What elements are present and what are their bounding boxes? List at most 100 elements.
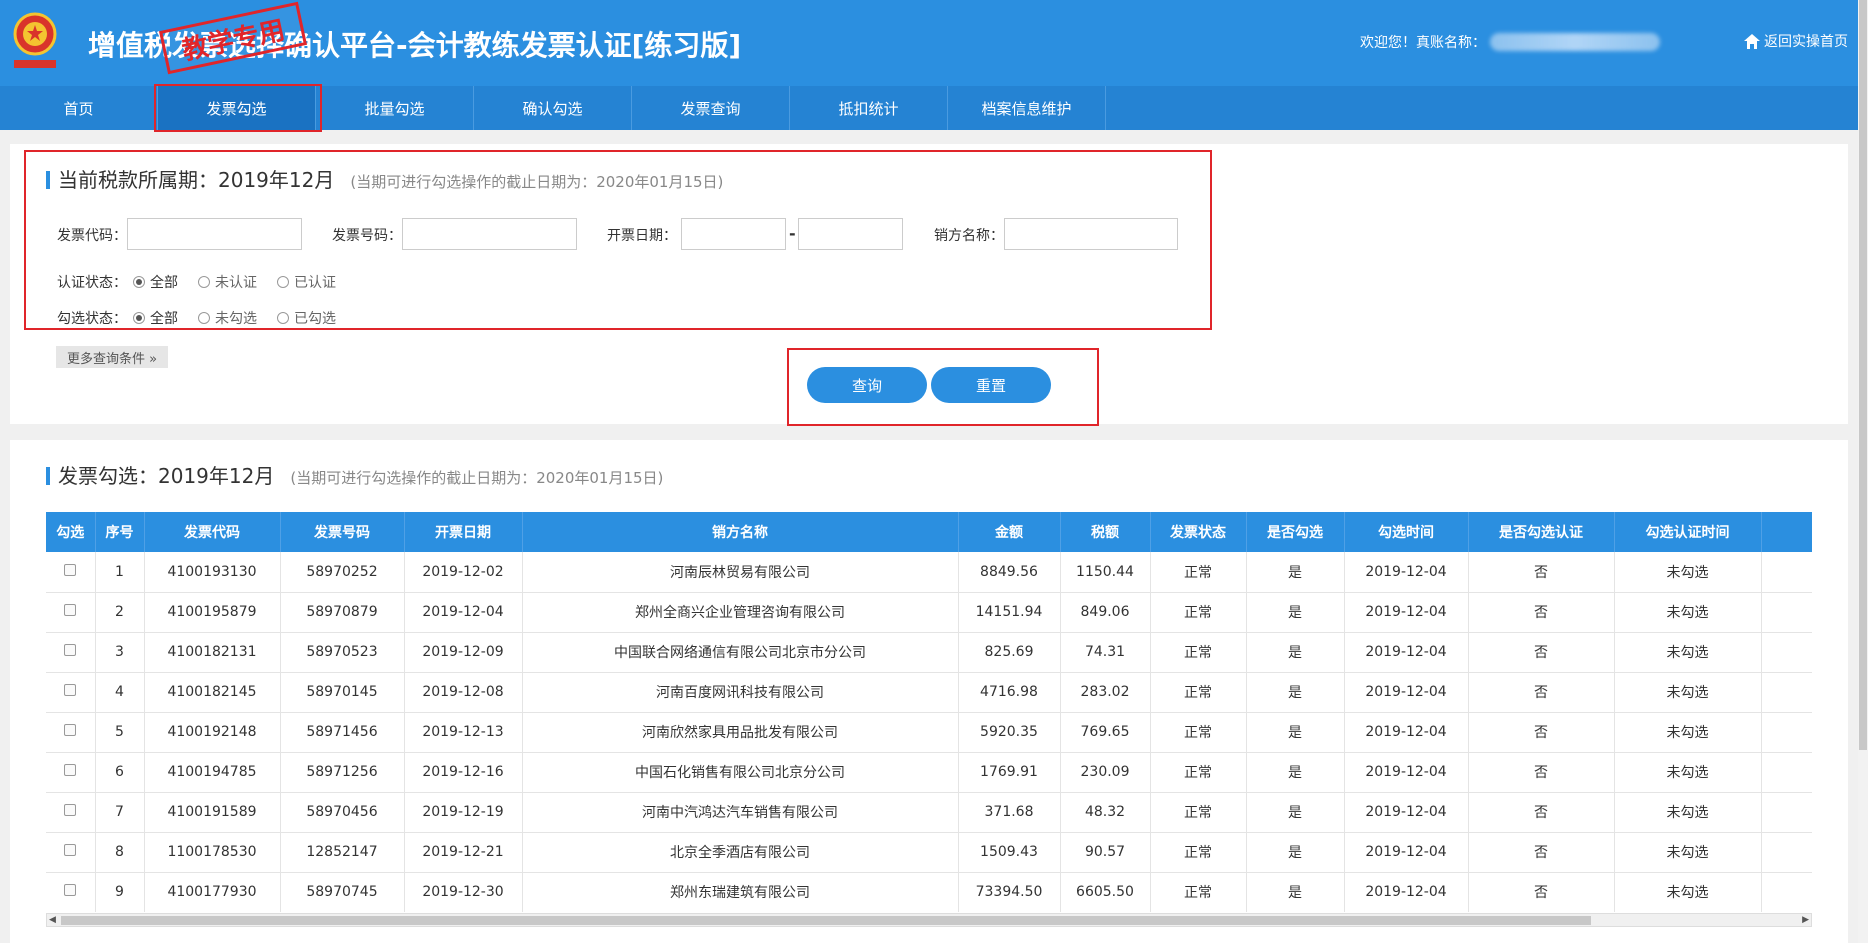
table-cell: 郑州全商兴企业管理咨询有限公司 bbox=[522, 592, 959, 633]
nav-confirm-check[interactable]: 确认勾选 bbox=[474, 86, 632, 130]
column-header: 发票代码 bbox=[144, 512, 281, 552]
table-cell: 是 bbox=[1246, 872, 1345, 912]
table-cell bbox=[1761, 752, 1812, 793]
table-cell: 是 bbox=[1246, 672, 1345, 713]
row-select-cell bbox=[46, 752, 96, 793]
welcome-text: 欢迎您！真账名称： bbox=[1360, 35, 1486, 51]
table-cell: 2019-12-04 bbox=[1344, 792, 1469, 833]
vertical-scrollbar[interactable] bbox=[1858, 0, 1868, 943]
row-checkbox[interactable] bbox=[64, 684, 77, 696]
nav-home[interactable]: 首页 bbox=[0, 86, 158, 130]
table-cell: 正常 bbox=[1150, 832, 1247, 873]
table-cell: 58970523 bbox=[280, 632, 405, 673]
table-cell: 未勾选 bbox=[1614, 672, 1762, 713]
table-cell: 河南辰林贸易有限公司 bbox=[522, 552, 959, 593]
row-checkbox[interactable] bbox=[64, 764, 77, 776]
column-header: 销方名称 bbox=[522, 512, 959, 552]
table-cell: 4100177930 bbox=[144, 872, 281, 912]
vertical-scroll-thumb[interactable] bbox=[1859, 0, 1867, 750]
table-cell: 未勾选 bbox=[1614, 832, 1762, 873]
table-cell: 未勾选 bbox=[1614, 752, 1762, 793]
row-checkbox[interactable] bbox=[64, 724, 77, 736]
table-cell: 2019-12-16 bbox=[404, 752, 523, 793]
table-cell: 正常 bbox=[1150, 552, 1247, 593]
more-conditions-button[interactable]: 更多查询条件 » bbox=[56, 346, 168, 368]
column-header: 开票日期 bbox=[404, 512, 523, 552]
table-cell: 58971256 bbox=[280, 752, 405, 793]
table-cell bbox=[1761, 712, 1812, 753]
row-select-cell bbox=[46, 552, 96, 593]
query-button[interactable]: 查询 bbox=[807, 367, 927, 403]
return-home-link[interactable]: 返回实操首页 bbox=[1744, 31, 1848, 51]
table-cell bbox=[1761, 832, 1812, 873]
return-home-label: 返回实操首页 bbox=[1764, 34, 1848, 50]
nav-highlight-box bbox=[154, 84, 322, 132]
table-cell: 是 bbox=[1246, 792, 1345, 833]
table-cell: 未勾选 bbox=[1614, 552, 1762, 593]
table-cell: 2019-12-09 bbox=[404, 632, 523, 673]
table-cell: 4100194785 bbox=[144, 752, 281, 793]
horizontal-scrollbar[interactable]: ◀ ▶ bbox=[46, 913, 1812, 927]
nav-invoice-query[interactable]: 发票查询 bbox=[632, 86, 790, 130]
table-cell: 未勾选 bbox=[1614, 712, 1762, 753]
table-cell: 90.57 bbox=[1060, 832, 1151, 873]
table-cell: 74.31 bbox=[1060, 632, 1151, 673]
table-cell: 4100195879 bbox=[144, 592, 281, 633]
row-checkbox[interactable] bbox=[64, 844, 77, 856]
table-cell: 正常 bbox=[1150, 792, 1247, 833]
table-row: 4 4100182145 58970145 2019-12-08 河南百度网讯科技有限公… bbox=[46, 672, 1812, 713]
table-cell: 7 bbox=[95, 792, 145, 833]
nav-archive-maintenance[interactable]: 档案信息维护 bbox=[948, 86, 1106, 130]
table-cell: 2019-12-19 bbox=[404, 792, 523, 833]
table-cell: 否 bbox=[1468, 792, 1615, 833]
table-cell: 正常 bbox=[1150, 672, 1247, 713]
row-select-cell bbox=[46, 632, 96, 673]
search-criteria-highlight-box bbox=[24, 150, 1212, 330]
results-note: (当期可进行勾选操作的截止日期为：2020年01月15日) bbox=[290, 469, 664, 487]
table-cell: 2019-12-04 bbox=[1344, 592, 1469, 633]
row-checkbox[interactable] bbox=[64, 644, 77, 656]
table-cell: 58970879 bbox=[280, 592, 405, 633]
nav-batch-check[interactable]: 批量勾选 bbox=[316, 86, 474, 130]
reset-button[interactable]: 重置 bbox=[931, 367, 1051, 403]
table-cell: 2019-12-04 bbox=[404, 592, 523, 633]
table-cell: 4 bbox=[95, 672, 145, 713]
account-name-blurred bbox=[1490, 33, 1660, 51]
row-checkbox[interactable] bbox=[64, 604, 77, 616]
table-cell: 371.68 bbox=[958, 792, 1061, 833]
table-cell: 2019-12-04 bbox=[1344, 672, 1469, 713]
column-header: 发票号码 bbox=[280, 512, 405, 552]
table-cell: 1769.91 bbox=[958, 752, 1061, 793]
table-cell: 中国联合网络通信有限公司北京市分公司 bbox=[522, 632, 959, 673]
row-select-cell bbox=[46, 592, 96, 633]
table-cell: 1509.43 bbox=[958, 832, 1061, 873]
row-select-cell bbox=[46, 872, 96, 912]
table-cell: 2019-12-04 bbox=[1344, 872, 1469, 912]
table-cell: 849.06 bbox=[1060, 592, 1151, 633]
table-cell: 正常 bbox=[1150, 592, 1247, 633]
scroll-left-arrow-icon[interactable]: ◀ bbox=[49, 914, 56, 926]
row-checkbox[interactable] bbox=[64, 804, 77, 816]
scroll-right-arrow-icon[interactable]: ▶ bbox=[1802, 914, 1809, 926]
table-cell: 未勾选 bbox=[1614, 632, 1762, 673]
table-row: 2 4100195879 58970879 2019-12-04 郑州全商兴企业管理咨询… bbox=[46, 592, 1812, 633]
table-cell bbox=[1761, 792, 1812, 833]
table-cell: 1100178530 bbox=[144, 832, 281, 873]
row-select-cell bbox=[46, 792, 96, 833]
table-cell: 6605.50 bbox=[1060, 872, 1151, 912]
table-cell: 2019-12-08 bbox=[404, 672, 523, 713]
table-row: 8 1100178530 12852147 2019-12-21 北京全季酒店有限公司 1… bbox=[46, 832, 1812, 873]
row-checkbox[interactable] bbox=[64, 884, 77, 896]
table-row: 9 4100177930 58970745 2019-12-30 郑州东瑞建筑有限公司 7… bbox=[46, 872, 1812, 912]
table-cell: 正常 bbox=[1150, 752, 1247, 793]
table-cell: 河南百度网讯科技有限公司 bbox=[522, 672, 959, 713]
horizontal-scroll-thumb[interactable] bbox=[61, 916, 1591, 925]
table-cell: 2 bbox=[95, 592, 145, 633]
table-cell: 是 bbox=[1246, 752, 1345, 793]
table-cell bbox=[1761, 632, 1812, 673]
nav-deduction-stats[interactable]: 抵扣统计 bbox=[790, 86, 948, 130]
row-checkbox[interactable] bbox=[64, 563, 77, 576]
table-cell: 未勾选 bbox=[1614, 792, 1762, 833]
table-cell: 正常 bbox=[1150, 632, 1247, 673]
table-cell: 未勾选 bbox=[1614, 592, 1762, 633]
